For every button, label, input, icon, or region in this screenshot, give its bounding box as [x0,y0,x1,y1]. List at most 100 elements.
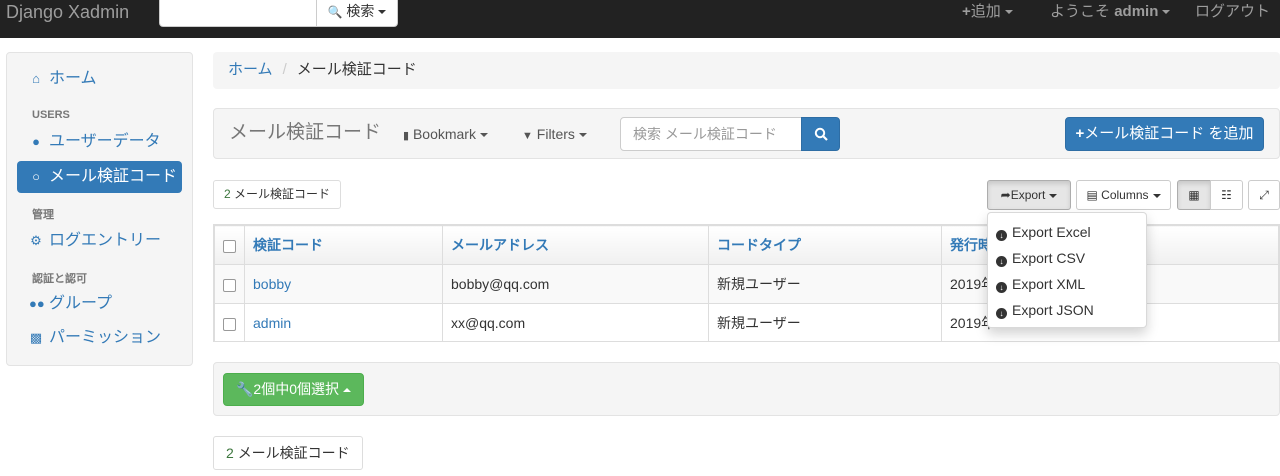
chevron-down-icon [1152,193,1161,198]
plus-icon: + [962,3,971,20]
sidebar-item-label: ログエントリー [49,232,162,249]
result-count-number: 2 [224,187,231,201]
type-cell: 新規ユーザー [708,303,942,341]
expand-icon: ⤢ [1259,188,1269,202]
chevron-up-icon [343,388,351,393]
sidebar-item-label: グループ [49,295,113,312]
welcome-text: ようこそ [1050,3,1111,20]
bookmark-label: Bookmark [412,126,476,142]
gear-icon: ⚙ [30,233,42,248]
sidebar-item-label: パーミッション [49,329,162,346]
export-label: Export [1010,188,1046,202]
export-excel-item[interactable]: ↓ Export Excel [996,219,1091,245]
code-cell: bobby [244,264,443,304]
users-icon: ●● [29,296,45,311]
sidebar-item-permissions[interactable]: ▩ パーミッション [17,322,182,354]
chevron-down-icon [578,133,587,138]
navbar-search-label: 検索 [346,3,375,19]
select-all-checkbox[interactable] [223,239,236,253]
th-large-icon: ▦ [1188,188,1200,202]
actions-label: 2個中0個選択 [253,381,339,397]
download-icon: ↓ [996,256,1007,267]
columns-button[interactable]: ▤ Columns [1076,180,1171,210]
code-cell: admin [244,303,443,341]
navbar-search-input[interactable] [159,0,317,27]
sidebar-item-label: ホーム [49,70,97,87]
navbar-search-button[interactable]: 🔍 検索 [316,0,398,27]
page-title: メール検証コード [229,122,382,143]
sidebar-item-email-code[interactable]: ○ メール検証コード [17,161,182,193]
menu-item-label: Export XML [1012,276,1086,292]
breadcrumb-separator: / [282,61,287,78]
columns-icon: ▤ [1086,188,1098,202]
type-cell: 新規ユーザー [708,264,942,304]
breadcrumb: ホーム / メール検証コード [213,52,1280,89]
filter-icon: ▼ [522,130,533,142]
sidebar-item-label: ユーザーデータ [49,133,161,150]
th-icon: ☷ [1221,188,1232,202]
code-link[interactable]: admin [253,315,291,331]
breadcrumb-home-link[interactable]: ホーム [228,61,273,78]
list-search-input[interactable]: 検索 メール検証コード [620,117,802,151]
row-checkbox[interactable] [223,278,236,292]
column-header-email[interactable]: メールアドレス [442,225,709,265]
sidebar-heading-auth: 認証と認可 [32,273,87,285]
chevron-down-icon [1162,10,1171,15]
export-button[interactable]: ➦Export [987,180,1071,210]
sidebar-heading-admin: 管理 [32,209,54,221]
sidebar-item-user-data[interactable]: ● ユーザーデータ [17,126,182,158]
chevron-down-icon [1004,10,1013,15]
sidebar-item-home[interactable]: ⌂ ホーム [17,63,182,95]
user-icon: ● [32,134,40,149]
export-json-item[interactable]: ↓ Export JSON [996,297,1094,323]
email-cell: bobby@qq.com [442,264,709,304]
navbar-user-menu[interactable]: ようこそ admin [1050,3,1171,21]
brand-logo[interactable]: Django Xadmin [6,2,129,22]
lock-icon: ▩ [29,330,43,345]
plus-icon: + [1075,125,1085,142]
columns-label: Columns [1101,188,1149,202]
result-count-badge: 2 メール検証コード [213,180,341,209]
chevron-down-icon [378,10,387,15]
list-view-button[interactable]: ☷ [1210,180,1243,210]
download-icon: ↓ [996,230,1007,241]
bottom-count-label: メール検証コード [237,445,350,461]
row-checkbox[interactable] [223,317,236,331]
add-email-code-button[interactable]: +メール検証コード を追加 [1065,117,1264,151]
home-icon: ⌂ [32,71,40,86]
actions-dropdown-button[interactable]: 🔧2個中0個選択 [223,373,364,406]
menu-item-label: Export Excel [1012,224,1091,240]
navbar-add-menu[interactable]: +追加 [962,3,1013,21]
wrench-icon: 🔧 [235,381,254,397]
column-header-code[interactable]: 検証コード [244,225,443,265]
list-search-button[interactable] [801,117,840,151]
result-count-label: メール検証コード [234,187,331,201]
search-icon [814,127,828,141]
export-csv-item[interactable]: ↓ Export CSV [996,245,1085,271]
grid-view-button[interactable]: ▦ [1177,180,1211,210]
sidebar-item-label: メール検証コード [49,168,178,185]
filters-label: Filters [536,126,575,142]
actions-panel [213,362,1280,416]
code-link[interactable]: bobby [253,276,291,292]
search-icon: 🔍 [327,5,343,19]
add-button-label: メール検証コード を追加 [1084,125,1254,142]
row-select-cell[interactable] [214,303,245,341]
book-icon: ▮ [403,130,410,142]
row-select-cell[interactable] [214,264,245,304]
logout-link[interactable]: ログアウト [1195,3,1270,21]
filters-dropdown[interactable]: ▼ Filters [522,125,587,145]
export-xml-item[interactable]: ↓ Export XML [996,271,1085,297]
fullscreen-button[interactable]: ⤢ [1248,180,1280,210]
email-cell: xx@qq.com [442,303,709,341]
bottom-count-number: 2 [226,445,234,461]
sidebar-item-groups[interactable]: ●● グループ [17,288,182,320]
bookmark-dropdown[interactable]: ▮ Bookmark [403,125,488,145]
column-header-type[interactable]: コードタイプ [708,225,942,265]
select-all-cell[interactable] [214,225,245,265]
circle-o-icon: ○ [32,169,40,184]
download-icon: ↓ [996,308,1007,319]
menu-item-label: Export JSON [1012,302,1094,318]
sidebar-item-log-entry[interactable]: ⚙ ログエントリー [17,225,182,257]
navbar-add-label: 追加 [970,3,1001,20]
